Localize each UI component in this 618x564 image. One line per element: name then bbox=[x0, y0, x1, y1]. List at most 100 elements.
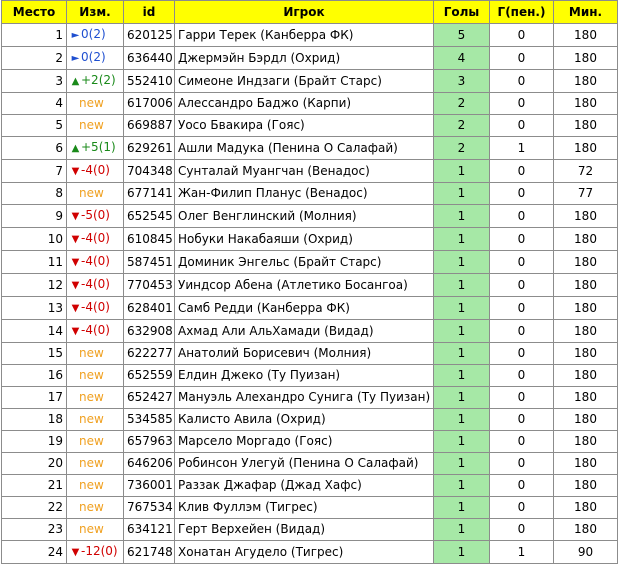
change-cell: ▼ -12(0) bbox=[66, 540, 124, 564]
new-label: new bbox=[79, 522, 104, 536]
arrow-right-icon: ► bbox=[71, 30, 80, 41]
col-header-place[interactable]: Место bbox=[1, 0, 67, 24]
change-cell: ▼ -5(0) bbox=[66, 204, 124, 228]
minutes-cell: 180 bbox=[553, 273, 618, 297]
change-cell: new bbox=[66, 430, 124, 453]
goals-cell: 1 bbox=[433, 474, 490, 497]
change-cell: new bbox=[66, 342, 124, 365]
player-cell: Доминик Энгельс (Брайт Старс) bbox=[174, 250, 434, 274]
player-cell: Самб Редди (Канберра ФК) bbox=[174, 296, 434, 320]
table-body: 1 ► 0(2) 620125 Гарри Терек (Канберра ФК) 5 0 1… bbox=[1, 23, 618, 564]
player-cell: Сунталай Муангчан (Венадос) bbox=[174, 159, 434, 183]
place-cell: 19 bbox=[1, 430, 67, 453]
minutes-cell: 180 bbox=[553, 69, 618, 93]
table-row: 20 new 646206 Робинсон Улегуй (Пенина О Сал… bbox=[1, 452, 618, 475]
col-header-min[interactable]: Мин. bbox=[553, 0, 618, 24]
penalty-goals-cell: 0 bbox=[489, 342, 554, 365]
id-cell: 587451 bbox=[123, 250, 175, 274]
change-cell: ▲ +2(2) bbox=[66, 69, 124, 93]
penalty-goals-cell: 0 bbox=[489, 296, 554, 320]
change-value: 0(2) bbox=[81, 27, 106, 41]
place-cell: 22 bbox=[1, 496, 67, 519]
table-row: 4 new 617006 Алессандро Баджо (Карпи) 2 0 180 bbox=[1, 92, 618, 115]
player-cell: Алессандро Баджо (Карпи) bbox=[174, 92, 434, 115]
place-cell: 23 bbox=[1, 518, 67, 541]
penalty-goals-cell: 0 bbox=[489, 496, 554, 519]
player-cell: Хонатан Агудело (Тигрес) bbox=[174, 540, 434, 564]
change-cell: new bbox=[66, 518, 124, 541]
place-cell: 17 bbox=[1, 386, 67, 409]
arrow-right-icon: ► bbox=[71, 53, 80, 64]
arrow-up-icon: ▲ bbox=[71, 76, 80, 87]
change-cell: new bbox=[66, 474, 124, 497]
id-cell: 770453 bbox=[123, 273, 175, 297]
change-value: -4(0) bbox=[81, 300, 110, 314]
player-cell: Марсело Моргадо (Гояс) bbox=[174, 430, 434, 453]
change-value: -4(0) bbox=[81, 323, 110, 337]
arrow-down-icon: ▼ bbox=[71, 257, 80, 268]
penalty-goals-cell: 0 bbox=[489, 452, 554, 475]
penalty-goals-cell: 0 bbox=[489, 92, 554, 115]
change-cell: ▼ -4(0) bbox=[66, 319, 124, 343]
goals-cell: 1 bbox=[433, 342, 490, 365]
col-header-pen[interactable]: Г(пен.) bbox=[489, 0, 554, 24]
goals-cell: 1 bbox=[433, 250, 490, 274]
place-cell: 5 bbox=[1, 114, 67, 137]
minutes-cell: 180 bbox=[553, 496, 618, 519]
change-cell: new bbox=[66, 114, 124, 137]
penalty-goals-cell: 0 bbox=[489, 114, 554, 137]
penalty-goals-cell: 0 bbox=[489, 386, 554, 409]
col-header-change[interactable]: Изм. bbox=[66, 0, 124, 24]
new-label: new bbox=[79, 96, 104, 110]
table-row: 18 new 534585 Калисто Авила (Охрид) 1 0 180 bbox=[1, 408, 618, 431]
place-cell: 2 bbox=[1, 46, 67, 70]
player-cell: Мануэль Алехандро Сунига (Ту Пуизан) bbox=[174, 386, 434, 409]
change-value: +5(1) bbox=[81, 140, 116, 154]
table-row: 1 ► 0(2) 620125 Гарри Терек (Канберра ФК) 5 0 1… bbox=[1, 23, 618, 47]
table-row: 24 ▼ -12(0) 621748 Хонатан Агудело (Тигрес) 1… bbox=[1, 540, 618, 564]
change-cell: new bbox=[66, 364, 124, 387]
col-header-goals[interactable]: Голы bbox=[433, 0, 490, 24]
id-cell: 736001 bbox=[123, 474, 175, 497]
id-cell: 534585 bbox=[123, 408, 175, 431]
goals-cell: 1 bbox=[433, 227, 490, 251]
place-cell: 9 bbox=[1, 204, 67, 228]
id-cell: 552410 bbox=[123, 69, 175, 93]
col-header-id[interactable]: id bbox=[123, 0, 175, 24]
minutes-cell: 180 bbox=[553, 204, 618, 228]
col-header-player[interactable]: Игрок bbox=[174, 0, 434, 24]
id-cell: 617006 bbox=[123, 92, 175, 115]
change-value: 0(2) bbox=[81, 50, 106, 64]
minutes-cell: 180 bbox=[553, 430, 618, 453]
goals-cell: 1 bbox=[433, 430, 490, 453]
arrow-down-icon: ▼ bbox=[71, 547, 80, 558]
id-cell: 669887 bbox=[123, 114, 175, 137]
id-cell: 652559 bbox=[123, 364, 175, 387]
goals-cell: 2 bbox=[433, 92, 490, 115]
new-label: new bbox=[79, 368, 104, 382]
table-row: 16 new 652559 Елдин Джеко (Ту Пуизан) 1 0 180 bbox=[1, 364, 618, 387]
place-cell: 18 bbox=[1, 408, 67, 431]
player-cell: Ахмад Али АльХамади (Видад) bbox=[174, 319, 434, 343]
goals-cell: 1 bbox=[433, 204, 490, 228]
change-cell: new bbox=[66, 92, 124, 115]
minutes-cell: 180 bbox=[553, 319, 618, 343]
header-row: Место Изм. id Игрок Голы Г(пен.) Мин. bbox=[1, 0, 618, 24]
table-row: 21 new 736001 Раззак Джафар (Джад Хафс) 1 0 18… bbox=[1, 474, 618, 497]
player-cell: Олег Венглинский (Молния) bbox=[174, 204, 434, 228]
penalty-goals-cell: 0 bbox=[489, 273, 554, 297]
penalty-goals-cell: 0 bbox=[489, 46, 554, 70]
new-label: new bbox=[79, 390, 104, 404]
player-cell: Калисто Авила (Охрид) bbox=[174, 408, 434, 431]
place-cell: 6 bbox=[1, 136, 67, 160]
new-label: new bbox=[79, 456, 104, 470]
id-cell: 636440 bbox=[123, 46, 175, 70]
goals-cell: 1 bbox=[433, 540, 490, 564]
id-cell: 704348 bbox=[123, 159, 175, 183]
player-cell: Жан-Филип Планус (Венадос) bbox=[174, 182, 434, 205]
minutes-cell: 180 bbox=[553, 23, 618, 47]
place-cell: 14 bbox=[1, 319, 67, 343]
place-cell: 12 bbox=[1, 273, 67, 297]
change-cell: new bbox=[66, 182, 124, 205]
id-cell: 652545 bbox=[123, 204, 175, 228]
